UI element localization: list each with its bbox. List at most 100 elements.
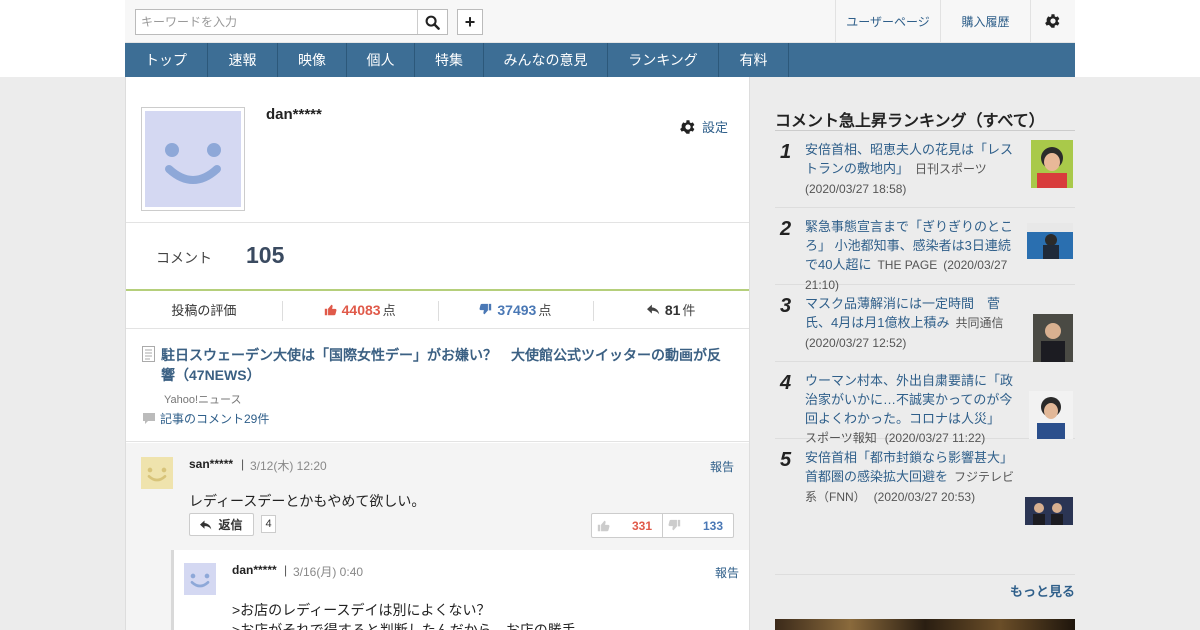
rank-source: THE PAGE <box>877 258 938 272</box>
rank-headline[interactable]: 安倍首相、昭恵夫人の花見は「レストランの敷地内」 日刊スポーツ (2020/03/2… <box>805 140 1020 199</box>
ranking-item[interactable]: 1 安倍首相、昭恵夫人の花見は「レストランの敷地内」 日刊スポーツ (2020/03… <box>775 131 1075 208</box>
avatar <box>141 457 173 489</box>
comment-meta-separator: | <box>241 457 245 471</box>
rank-title: ウーマン村本、外出自粛要請に「政治家がいかに…不誠実かってのが今回よくわかった。… <box>805 373 1014 426</box>
reply-thread: dan***** | 3/16(月) 0:40 報告 >お店のレディースデイは別… <box>171 550 749 630</box>
nav-item-breaking[interactable]: 速報 <box>208 43 278 77</box>
rank-number: 5 <box>780 449 792 471</box>
article-comments-link[interactable]: 記事のコメント29件 <box>142 410 269 427</box>
nav-item-feature[interactable]: 特集 <box>415 43 484 77</box>
divider <box>126 222 749 223</box>
comment-user[interactable]: san***** <box>189 457 233 471</box>
rank-number: 2 <box>780 218 792 240</box>
reply-button[interactable]: 返信 <box>189 513 254 536</box>
comment-date: 3/16(月) 0:40 <box>293 565 364 579</box>
comment-meta-separator: | <box>284 563 288 577</box>
nav-item-top[interactable]: トップ <box>125 43 208 77</box>
vote-buttons: 331 133 <box>591 513 734 538</box>
report-link[interactable]: 報告 <box>710 458 734 475</box>
rank-headline[interactable]: 安倍首相「都市封鎖なら影響甚大」 首都圏の感染拡大回避を フジテレビ系（FNN）(… <box>805 448 1020 507</box>
article-title-link[interactable]: 駐日スウェーデン大使は「国際女性デー」がお嫌い？ 大使館公式ツイッターの動画が反… <box>161 345 731 385</box>
ranking-item[interactable]: 5 安倍首相「都市封鎖なら影響甚大」 首都圏の感染拡大回避を フジテレビ系（FNN… <box>775 439 1075 575</box>
purchase-history-link[interactable]: 購入履歴 <box>940 0 1030 42</box>
smiley-face-icon <box>147 467 167 482</box>
search-icon <box>425 15 440 30</box>
user-page-link[interactable]: ユーザーページ <box>835 0 940 42</box>
reply-button-label: 返信 <box>218 518 243 532</box>
rank-thumbnail <box>1029 391 1073 439</box>
ranking-sidebar: コメント急上昇ランキング（すべて） 1 安倍首相、昭恵夫人の花見は「レストランの… <box>775 77 1075 630</box>
article-block: 駐日スウェーデン大使は「国際女性デー」がお嫌い？ 大使館公式ツイッターの動画が反… <box>126 330 749 442</box>
ad-banner[interactable] <box>775 619 1075 630</box>
reply-arrow-icon <box>646 304 660 315</box>
profile-settings-link[interactable]: 設定 <box>679 117 728 136</box>
main-nav: トップ 速報 映像 個人 特集 みんなの意見 ランキング 有料 <box>125 43 1075 77</box>
reply-count-badge: 4 <box>261 515 276 533</box>
avatar <box>184 563 216 595</box>
profile-name: dan***** <box>266 106 322 123</box>
rank-source: 日刊スポーツ <box>915 162 987 176</box>
rank-thumbnail <box>1025 497 1073 525</box>
smiley-face-icon <box>190 573 210 588</box>
search-input[interactable] <box>136 10 416 34</box>
main-content: dan***** 設定 コメント 105 投稿の評価 44083 点 37493… <box>125 77 750 630</box>
good-vote-button[interactable]: 331 <box>592 514 662 537</box>
plus-icon: + <box>464 11 476 32</box>
replies-unit: 件 <box>682 303 696 318</box>
comment-date: 3/12(木) 12:20 <box>250 459 327 473</box>
reply-total-value: 81 <box>664 301 681 318</box>
search-box <box>135 9 448 35</box>
rank-number: 1 <box>780 141 792 163</box>
nav-item-individual[interactable]: 個人 <box>347 43 415 77</box>
good-points: 44083 点 <box>281 291 438 328</box>
nav-item-video[interactable]: 映像 <box>278 43 347 77</box>
more-link[interactable]: もっと見る <box>1010 581 1075 600</box>
bad-vote-count: 133 <box>702 518 723 533</box>
rank-headline[interactable]: ウーマン村本、外出自粛要請に「政治家がいかに…不誠実かってのが今回よくわかった。… <box>805 371 1020 448</box>
search-button[interactable] <box>417 10 447 34</box>
nav-item-ranking[interactable]: ランキング <box>608 43 719 77</box>
header-settings-button[interactable] <box>1030 0 1075 42</box>
evaluation-label: 投稿の評価 <box>126 291 282 328</box>
thumbs-up-icon <box>324 304 337 316</box>
document-icon <box>142 346 155 362</box>
comment-count: 105 <box>246 242 285 268</box>
reply-total: 81 件 <box>593 291 749 328</box>
comment-text-line: >お店がそれで得すると判断したんだから、お店の勝手 <box>232 622 576 630</box>
points-unit: 点 <box>538 303 552 318</box>
add-button[interactable]: + <box>457 9 483 35</box>
gear-icon <box>680 119 695 134</box>
comment-count-label: コメント <box>156 250 212 266</box>
rank-number: 3 <box>780 295 792 317</box>
settings-label: 設定 <box>702 120 729 135</box>
rank-date: (2020/03/27 18:58) <box>805 182 907 196</box>
ranking-item[interactable]: 4 ウーマン村本、外出自粛要請に「政治家がいかに…不誠実かってのが今回よくわかっ… <box>775 362 1075 445</box>
header-bar: + ユーザーページ 購入履歴 <box>125 0 1075 43</box>
rank-headline[interactable]: 緊急事態宣言まで「ぎりぎりのところ」 小池都知事、感染者は3日連続で40人超に T… <box>805 217 1020 295</box>
thumbs-down-icon <box>668 519 681 531</box>
profile-avatar <box>141 107 245 211</box>
nav-item-opinions[interactable]: みんなの意見 <box>484 43 608 77</box>
good-points-value: 44083 <box>341 301 381 318</box>
nav-item-paid[interactable]: 有料 <box>719 43 789 77</box>
comment-user[interactable]: dan***** <box>232 563 277 577</box>
ranking-item[interactable]: 3 マスク品薄解消には一定時間 菅氏、4月は月1億枚上積み 共同通信 (2020/0… <box>775 285 1075 362</box>
thumbs-up-icon <box>597 520 610 532</box>
rank-thumbnail <box>1031 140 1073 188</box>
rank-date: (2020/03/27 12:52) <box>805 336 907 350</box>
rank-thumbnail <box>1033 314 1073 362</box>
rank-date: (2020/03/27 20:53) <box>873 490 976 504</box>
rank-number: 4 <box>780 372 792 394</box>
bad-vote-button[interactable]: 133 <box>662 514 733 537</box>
rank-headline[interactable]: マスク品薄解消には一定時間 菅氏、4月は月1億枚上積み 共同通信 (2020/03/… <box>805 294 1020 353</box>
speech-bubble-icon <box>143 413 155 424</box>
top-header: + ユーザーページ 購入履歴 トップ 速報 映像 個人 特集 みんなの意見 ラン… <box>0 0 1200 77</box>
report-link[interactable]: 報告 <box>715 564 739 581</box>
ranking-item[interactable]: 2 緊急事態宣言まで「ぎりぎりのところ」 小池都知事、感染者は3日連続で40人超… <box>775 208 1075 292</box>
good-vote-count: 331 <box>631 518 652 533</box>
points-unit: 点 <box>382 303 396 318</box>
rank-source: 共同通信 <box>955 316 1004 330</box>
smiley-face-icon <box>165 143 221 184</box>
comments-list: san***** | 3/12(木) 12:20 報告 レディースデーとかもやめ… <box>126 443 749 630</box>
thumbs-down-icon <box>479 303 492 315</box>
